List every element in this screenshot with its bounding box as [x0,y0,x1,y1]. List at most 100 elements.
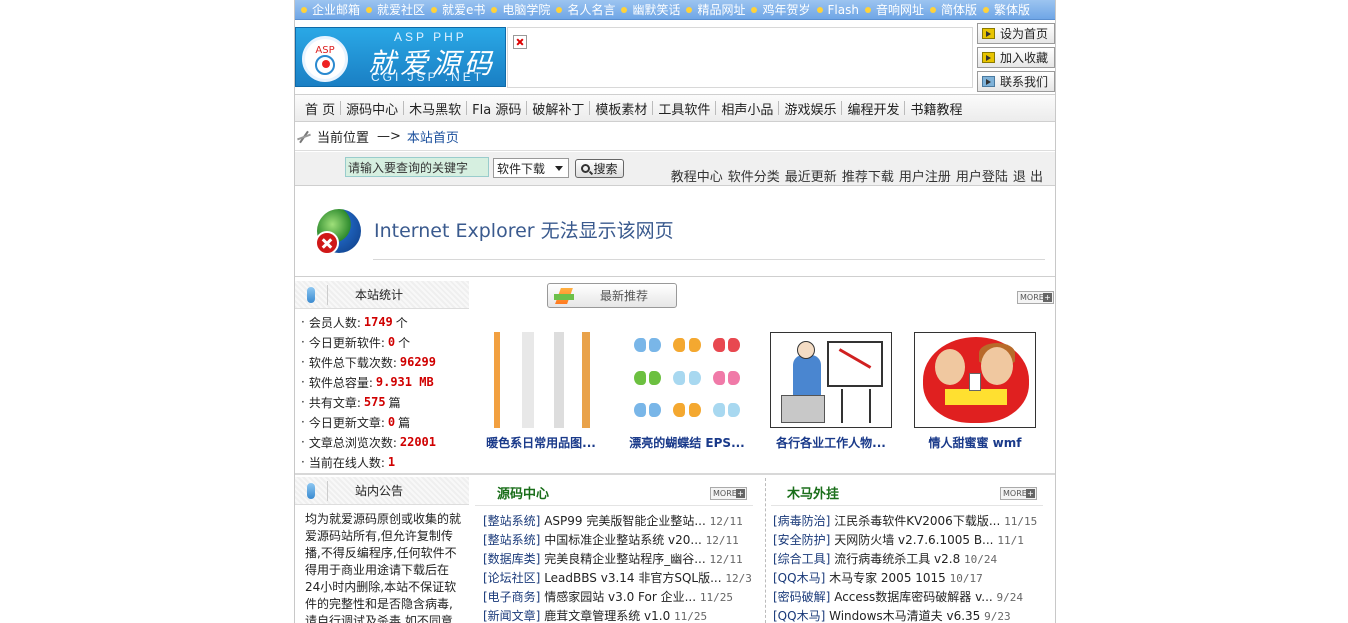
lamps-thumbnail [480,332,602,428]
list-item[interactable]: [数据库类] 完美良精企业整站程序_幽谷... 12/11 [483,550,763,569]
top-link[interactable]: 幽默笑话 [621,1,680,18]
bullet-icon [982,6,989,13]
logo-emblem-icon: ASP [302,36,348,82]
breadcrumb-arrow: —> [377,129,401,144]
top-link[interactable]: 企业邮箱 [301,1,360,18]
bullet-icon [301,6,307,13]
top-link[interactable]: 鸡年贺岁 [751,1,811,18]
list-item[interactable]: [论坛社区] LeadBBS v3.14 非官方SQL版... 12/3 [483,569,763,588]
tool-link[interactable]: 最近更新 [785,166,837,185]
tool-link[interactable]: 推荐下载 [842,166,894,185]
nav-item-programming[interactable]: 编程开发 [842,99,904,118]
stat-row: · 今日更新软件: 0 个 [301,335,411,350]
source-center-title[interactable]: 源码中心 [497,483,549,502]
stats-panel: · 会员人数: 1749 个 · 今日更新软件: 0 个 · 软件总下载次数: 96299 · 软… [295,309,469,472]
recommend-item[interactable]: 情人甜蜜蜜 wmf [905,330,1045,451]
recommend-more-button[interactable]: MORE + [1017,291,1054,304]
list-item[interactable]: [综合工具] 流行病毒统杀工具 v2.8 10/24 [773,550,1053,569]
list-item[interactable]: [新闻文章] 鹿茸文章管理系统 v1.0 11/25 [483,607,763,623]
latest-recommend-header: 最新推荐 [547,283,677,308]
top-link[interactable]: 就爱e书 [431,1,485,18]
recommend-item[interactable]: 漂亮的蝴蝶结 EPS... [617,330,757,451]
breadcrumb-current[interactable]: 本站首页 [407,127,459,146]
plus-icon: + [1026,489,1035,498]
top-link[interactable]: 电脑学院 [491,1,550,18]
search-button[interactable]: 搜索 [575,159,624,178]
tool-link[interactable]: 退 出 [1013,166,1043,185]
bullet-icon [621,6,628,13]
plus-icon: + [736,489,745,498]
nav-item-trojan[interactable]: 木马黑软 [404,99,466,118]
notice-panel-header: 站内公告 [295,477,469,505]
nav-item-home[interactable]: 首 页 [300,99,340,118]
top-link[interactable]: 繁体版 [982,1,1030,18]
set-homepage-button[interactable]: 设为首页 [977,23,1055,44]
bullet-icon [431,6,438,13]
breadcrumb-label: 当前位置 [317,131,370,146]
stat-row: · 今日更新文章: 0 篇 [301,415,411,430]
bows-thumbnail [626,332,748,428]
list-item[interactable]: [QQ木马] Windows木马清道夫 v6.35 9/23 [773,607,1053,623]
source-center-list: [整站系统] ASP99 完美版智能企业整站... 12/11 [整站系统] 中… [483,512,763,623]
broken-image-icon [513,35,527,49]
breadcrumb: 当前位置 —> 本站首页 [295,123,1055,151]
side-buttons: 设为首页 加入收藏 联系我们 [977,23,1055,95]
tool-links: 教程中心 软件分类 最近更新 推荐下载 用户注册 用户登陆 退 出 [666,166,1043,185]
site-header: ASP ASP PHP 就爱源码 CGI JSP .NET 设为首页 加入收藏 … [295,23,1055,92]
trojan-title[interactable]: 木马外挂 [787,483,839,502]
top-link[interactable]: 简体版 [929,1,977,18]
recommend-icon [552,288,578,304]
bullet-icon [816,6,823,13]
recommend-item[interactable]: 各行各业工作人物... [761,330,901,451]
nav-item-templates[interactable]: 模板素材 [590,99,652,118]
top-link-bar: 企业邮箱 就爱社区 就爱e书 电脑学院 名人名言 幽默笑话 精品网址 鸡年贺岁 … [295,0,1055,20]
trojan-more-button[interactable]: MORE + [1000,487,1037,500]
tool-link[interactable]: 用户注册 [899,166,951,185]
chevron-down-icon [555,165,563,171]
nav-item-games[interactable]: 游戏娱乐 [779,99,841,118]
add-favorite-button[interactable]: 加入收藏 [977,47,1055,68]
bullet-icon [491,6,498,13]
source-center-more-button[interactable]: MORE + [710,487,747,500]
list-item[interactable]: [电子商务] 情感家园站 v3.0 For 企业... 11/25 [483,588,763,607]
nav-item-crack[interactable]: 破解补丁 [527,99,589,118]
page-container: 企业邮箱 就爱社区 就爱e书 电脑学院 名人名言 幽默笑话 精品网址 鸡年贺岁 … [294,0,1056,623]
search-input[interactable] [345,157,489,177]
list-item[interactable]: [密码破解] Access数据库密码破解器 v... 9/24 [773,588,1053,607]
banner-ad[interactable] [507,27,973,88]
stat-row: · 软件总下载次数: 96299 [301,355,436,370]
stats-panel-header: 本站统计 [295,281,469,309]
arrow-icon [982,28,995,39]
list-item[interactable]: [QQ木马] 木马专家 2005 1015 10/17 [773,569,1053,588]
top-link[interactable]: 音响网址 [864,1,924,18]
list-item[interactable]: [病毒防治] 江民杀毒软件KV2006下载版... 11/15 [773,512,1053,531]
nav-item-comedy[interactable]: 相声小品 [716,99,778,118]
tool-link[interactable]: 用户登陆 [956,166,1008,185]
top-link[interactable]: 就爱社区 [366,1,425,18]
search-category-select[interactable]: 软件下载 [493,158,569,178]
trojan-list: [病毒防治] 江民杀毒软件KV2006下载版... 11/15 [安全防护] 天… [773,512,1053,623]
business-clipart-thumbnail [770,332,892,428]
bullet-icon [864,6,871,13]
list-item[interactable]: [安全防护] 天网防火墙 v2.7.6.1005 B... 11/1 [773,531,1053,550]
nav-item-books[interactable]: 书籍教程 [905,99,967,118]
top-link[interactable]: 名人名言 [556,1,615,18]
contact-us-button[interactable]: 联系我们 [977,71,1055,92]
tool-link[interactable]: 软件分类 [728,166,780,185]
top-link[interactable]: Flash [816,3,859,17]
tool-link[interactable]: 教程中心 [671,166,723,185]
site-logo[interactable]: ASP ASP PHP 就爱源码 CGI JSP .NET [295,27,506,87]
list-item[interactable]: [整站系统] ASP99 完美版智能企业整站... 12/11 [483,512,763,531]
nav-item-flash[interactable]: Fla 源码 [467,99,526,118]
list-item[interactable]: [整站系统] 中国标准企业整站系统 v20... 12/11 [483,531,763,550]
nav-item-source[interactable]: 源码中心 [341,99,403,118]
recommend-item[interactable]: 暖色系日常用品图... [471,330,611,451]
ie-error-frame: Internet Explorer 无法显示该网页 [295,187,1055,277]
pin-icon [297,130,311,144]
top-link[interactable]: 精品网址 [686,1,745,18]
stat-row: · 软件总容量: 9.931 MB [301,375,434,390]
notice-text: 均为就爱源码原创或收集的就爱源码站所有,但允许复制传播,不得反编程序,任何软件不… [305,512,462,623]
nav-item-tools[interactable]: 工具软件 [653,99,715,118]
section-divider [295,473,1055,475]
logo-tagline-bottom: CGI JSP .NET [371,70,485,84]
